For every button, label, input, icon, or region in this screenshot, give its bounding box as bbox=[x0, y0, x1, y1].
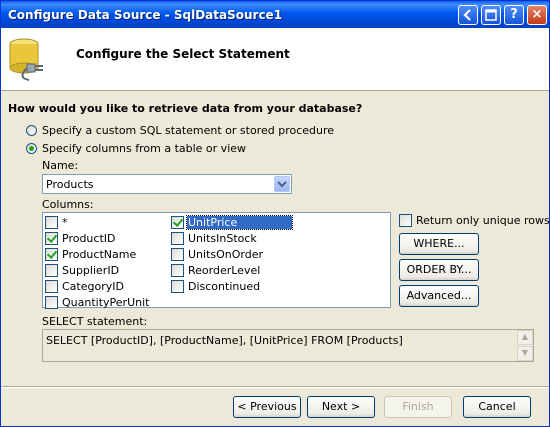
scroll-down-icon[interactable]: ▼ bbox=[517, 346, 533, 361]
column-checkbox[interactable] bbox=[45, 264, 58, 277]
help-button[interactable]: ? bbox=[504, 5, 524, 25]
column-label: UnitsInStock bbox=[188, 232, 257, 245]
maximize-button[interactable] bbox=[481, 5, 501, 25]
table-view-label[interactable]: Specify columns from a table or view bbox=[42, 142, 246, 155]
radio-selected-dot bbox=[29, 146, 34, 151]
retrieve-question: How would you like to retrieve data from… bbox=[8, 102, 363, 115]
next-button[interactable]: Next > bbox=[307, 396, 375, 418]
column-label: Discontinued bbox=[188, 280, 261, 293]
column-checkbox[interactable] bbox=[45, 232, 58, 245]
column-label: CategoryID bbox=[62, 280, 124, 293]
column-checkbox[interactable] bbox=[45, 248, 58, 261]
column-checkbox[interactable] bbox=[171, 280, 184, 293]
column-label: QuantityPerUnit bbox=[62, 296, 150, 309]
table-name-select[interactable]: Products bbox=[42, 174, 292, 194]
window-title: Configure Data Source - SqlDataSource1 bbox=[8, 8, 283, 22]
custom-sql-radio[interactable] bbox=[26, 125, 37, 136]
order-by-button[interactable]: ORDER BY... bbox=[399, 259, 479, 281]
column-checkbox[interactable] bbox=[45, 296, 58, 309]
close-button[interactable]: × bbox=[527, 5, 547, 25]
cancel-button[interactable]: Cancel bbox=[463, 396, 531, 418]
sql-scrollbar[interactable]: ▲ ▼ bbox=[517, 330, 533, 361]
chevron-down-icon[interactable] bbox=[274, 176, 290, 192]
select-statement-box[interactable]: SELECT [ProductID], [ProductName], [Unit… bbox=[42, 329, 534, 362]
column-checkbox[interactable] bbox=[171, 248, 184, 261]
select-statement-label: SELECT statement: bbox=[42, 315, 148, 328]
columns-label: Columns: bbox=[42, 198, 94, 211]
custom-sql-label[interactable]: Specify a custom SQL statement or stored… bbox=[42, 124, 334, 137]
advanced-button[interactable]: Advanced... bbox=[399, 285, 479, 307]
column-label: UnitsOnOrder bbox=[188, 248, 264, 261]
table-name-value: Products bbox=[46, 178, 94, 191]
previous-button[interactable]: < Previous bbox=[233, 396, 301, 418]
select-statement-text: SELECT [ProductID], [ProductName], [Unit… bbox=[46, 334, 403, 347]
column-checkbox[interactable] bbox=[171, 232, 184, 245]
column-label: SupplierID bbox=[62, 264, 120, 277]
database-connector-icon bbox=[9, 38, 43, 81]
column-checkbox[interactable] bbox=[171, 264, 184, 277]
wizard-header: Configure the Select Statement bbox=[1, 28, 549, 91]
column-label: ProductName bbox=[62, 248, 137, 261]
unique-rows-label[interactable]: Return only unique rows bbox=[416, 214, 549, 227]
finish-button: Finish bbox=[384, 396, 452, 418]
columns-list[interactable]: * ProductID ProductName SupplierID Categ… bbox=[42, 212, 391, 309]
configure-data-source-dialog: Configure Data Source - SqlDataSource1 ?… bbox=[0, 0, 550, 427]
scroll-up-icon[interactable]: ▲ bbox=[517, 330, 533, 345]
name-label: Name: bbox=[42, 159, 79, 172]
table-view-radio[interactable] bbox=[26, 143, 37, 154]
column-label: ReorderLevel bbox=[188, 264, 261, 277]
title-bar[interactable]: Configure Data Source - SqlDataSource1 ?… bbox=[1, 1, 549, 28]
where-button[interactable]: WHERE... bbox=[399, 233, 479, 255]
column-checkbox[interactable] bbox=[45, 280, 58, 293]
column-label: UnitPrice bbox=[186, 215, 293, 230]
unique-rows-checkbox[interactable] bbox=[399, 214, 412, 227]
column-label: ProductID bbox=[62, 232, 116, 245]
page-title: Configure the Select Statement bbox=[76, 47, 290, 61]
footer-divider bbox=[1, 386, 549, 388]
column-label: * bbox=[62, 216, 68, 229]
column-checkbox[interactable] bbox=[171, 216, 184, 229]
column-checkbox[interactable] bbox=[45, 216, 58, 229]
back-arrow-icon[interactable] bbox=[458, 5, 478, 25]
